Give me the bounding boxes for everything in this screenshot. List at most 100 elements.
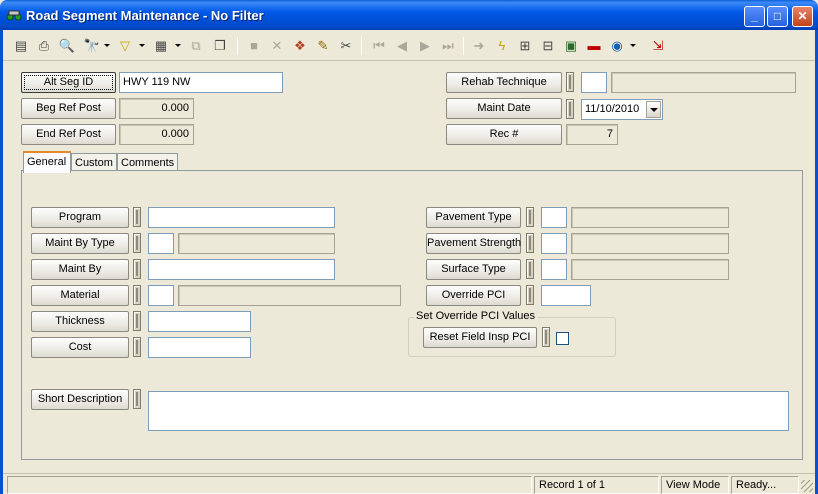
pavement-strength-indicator [526, 233, 534, 253]
short-description-field[interactable] [148, 391, 789, 431]
maint-by-type-indicator [133, 233, 141, 253]
hierarchy-icon[interactable]: ⊟ [538, 36, 558, 56]
material-button[interactable]: Material [31, 285, 129, 306]
print-preview-icon[interactable]: 🔍 [57, 36, 77, 56]
pavement-type-desc-field [571, 207, 729, 228]
override-pci-indicator [526, 285, 534, 305]
alt-seg-id-button[interactable]: Alt Seg ID [21, 72, 116, 93]
minimize-button[interactable]: _ [744, 6, 765, 27]
date-dropdown-button[interactable] [646, 101, 661, 118]
pavement-strength-desc-field [571, 233, 729, 254]
first-record-icon[interactable]: ⏮ [369, 36, 389, 56]
maximize-button[interactable]: □ [767, 6, 788, 27]
lightning-icon[interactable]: ϟ [492, 36, 512, 56]
material-indicator [133, 285, 141, 305]
status-pane-blank [7, 476, 532, 494]
cut-icon[interactable]: ✂ [336, 36, 356, 56]
maint-by-indicator [133, 259, 141, 279]
vehicle-icon[interactable]: ▬ [584, 36, 604, 56]
surface-type-indicator [526, 259, 534, 279]
tab-general[interactable]: General [23, 151, 71, 173]
surface-type-button[interactable]: Surface Type [426, 259, 521, 280]
program-indicator [133, 207, 141, 227]
next-record-icon[interactable]: ▶ [415, 36, 435, 56]
related-icon[interactable]: ⊞ [515, 36, 535, 56]
maint-by-type-code-field[interactable] [148, 233, 174, 254]
thickness-button[interactable]: Thickness [31, 311, 129, 332]
new-icon[interactable]: ▤ [11, 36, 31, 56]
exit-icon[interactable]: ⇲ [648, 36, 668, 56]
print-icon[interactable]: ⎙ [34, 36, 54, 56]
report-icon[interactable]: ▦ [151, 36, 171, 56]
maint-by-button[interactable]: Maint By [31, 259, 129, 280]
find-icon[interactable]: 🔭 [82, 36, 102, 56]
status-bar: Record 1 of 1 View Mode Ready... [3, 473, 815, 494]
rehab-technique-button[interactable]: Rehab Technique [446, 72, 562, 93]
material-code-field[interactable] [148, 285, 174, 306]
reset-field-insp-pci-button[interactable]: Reset Field Insp PCI [423, 327, 537, 348]
thickness-field[interactable] [148, 311, 251, 332]
maint-date-value: 11/10/2010 [585, 103, 640, 115]
maint-date-button[interactable]: Maint Date [446, 98, 562, 119]
pavement-strength-code-field[interactable] [541, 233, 567, 254]
toolbar: ▤ ⎙ 🔍 🔭 ▽ ▦ ⧉ ❐ ■ ✕ ❖ ✎ ✂ ⏮ ◀ ▶ ⏭ ➜ ϟ ⊞ … [3, 31, 815, 61]
set-override-pci-group-label: Set Override PCI Values [414, 310, 538, 322]
beg-ref-post-field: 0.000 [119, 98, 194, 119]
globe-icon[interactable]: ◉ [607, 36, 627, 56]
resize-grip[interactable] [801, 480, 813, 492]
report-dropdown-arrow[interactable] [175, 44, 181, 47]
short-description-button[interactable]: Short Description [31, 389, 129, 410]
toolbar-separator [237, 37, 238, 55]
reset-field-insp-checkbox[interactable] [556, 332, 569, 345]
window-frame-left [0, 30, 3, 494]
go-to-icon[interactable]: ➜ [469, 36, 489, 56]
map-icon[interactable]: ▣ [561, 36, 581, 56]
cost-field[interactable] [148, 337, 251, 358]
pavement-type-indicator [526, 207, 534, 227]
surface-type-desc-field [571, 259, 729, 280]
find-dropdown-arrow[interactable] [104, 44, 110, 47]
rehab-technique-code-field[interactable] [581, 72, 607, 93]
override-pci-button[interactable]: Override PCI [426, 285, 521, 306]
prev-record-icon[interactable]: ◀ [392, 36, 412, 56]
maint-by-type-desc-field [178, 233, 335, 254]
window-title: Road Segment Maintenance - No Filter [26, 8, 264, 23]
beg-ref-post-button[interactable]: Beg Ref Post [21, 98, 116, 119]
pavement-strength-button[interactable]: Pavement Strength [426, 233, 521, 254]
thickness-indicator [133, 311, 141, 331]
pavement-type-button[interactable]: Pavement Type [426, 207, 521, 228]
alt-seg-id-field[interactable]: HWY 119 NW [119, 72, 283, 93]
surface-type-code-field[interactable] [541, 259, 567, 280]
end-ref-post-button[interactable]: End Ref Post [21, 124, 116, 145]
cost-indicator [133, 337, 141, 357]
cost-button[interactable]: Cost [31, 337, 129, 358]
status-record: Record 1 of 1 [534, 476, 659, 494]
toolbar-separator [361, 37, 362, 55]
maint-by-field[interactable] [148, 259, 335, 280]
last-record-icon[interactable]: ⏭ [438, 36, 458, 56]
material-desc-field [178, 285, 401, 306]
globe-dropdown-arrow[interactable] [630, 44, 636, 47]
filter-icon[interactable]: ▽ [115, 36, 135, 56]
rec-number-button[interactable]: Rec # [446, 124, 562, 145]
rehab-technique-indicator [566, 72, 574, 92]
copy-record-icon[interactable]: ⧉ [186, 36, 206, 56]
program-field[interactable] [148, 207, 335, 228]
edit-icon[interactable]: ✎ [313, 36, 333, 56]
end-ref-post-field: 0.000 [119, 124, 194, 145]
attachments-icon[interactable]: ❖ [290, 36, 310, 56]
close-button[interactable]: ✕ [792, 6, 813, 27]
save-icon[interactable]: ■ [244, 36, 264, 56]
override-pci-field[interactable] [541, 285, 591, 306]
pavement-type-code-field[interactable] [541, 207, 567, 228]
delete-icon[interactable]: ✕ [267, 36, 287, 56]
duplicate-icon[interactable]: ❐ [210, 36, 230, 56]
filter-dropdown-arrow[interactable] [139, 44, 145, 47]
maint-by-type-button[interactable]: Maint By Type [31, 233, 129, 254]
reset-field-insp-indicator [542, 327, 550, 347]
status-mode: View Mode [661, 476, 729, 494]
short-description-indicator [133, 389, 141, 409]
maint-date-picker[interactable]: 11/10/2010 [581, 99, 663, 120]
toolbar-separator [463, 37, 464, 55]
program-button[interactable]: Program [31, 207, 129, 228]
